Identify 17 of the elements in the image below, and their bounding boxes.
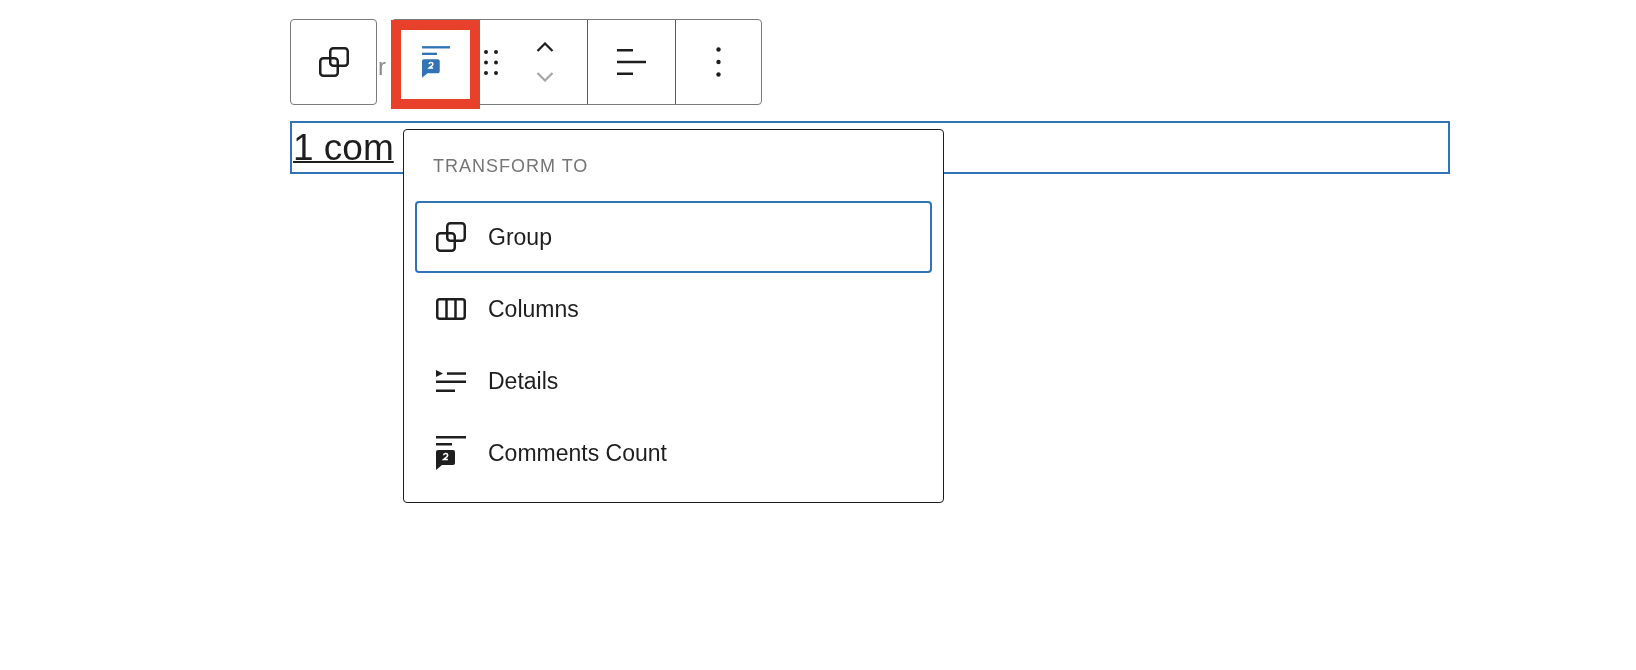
align-left-icon [617,49,646,75]
more-icon [716,47,721,77]
columns-icon [436,298,466,320]
speech-bubble-lines-icon [422,46,450,78]
parent-block-button[interactable] [290,19,377,105]
text-fragment: r [377,53,387,81]
menu-item[interactable]: Comments Count [415,417,932,489]
overlapping-squares-icon [436,222,466,252]
speech-bubble-lines-icon [436,436,466,470]
drag-handle-icon [484,49,498,75]
overlapping-squares-icon [318,47,349,77]
menu-item[interactable]: Columns [415,273,932,345]
comment-count-link[interactable]: 1 com [293,127,394,168]
menu-item[interactable]: Details [415,345,932,417]
menu-item[interactable]: Group [415,201,932,273]
details-list-icon [436,370,466,392]
menu-heading: TRANSFORM TO [432,155,590,178]
